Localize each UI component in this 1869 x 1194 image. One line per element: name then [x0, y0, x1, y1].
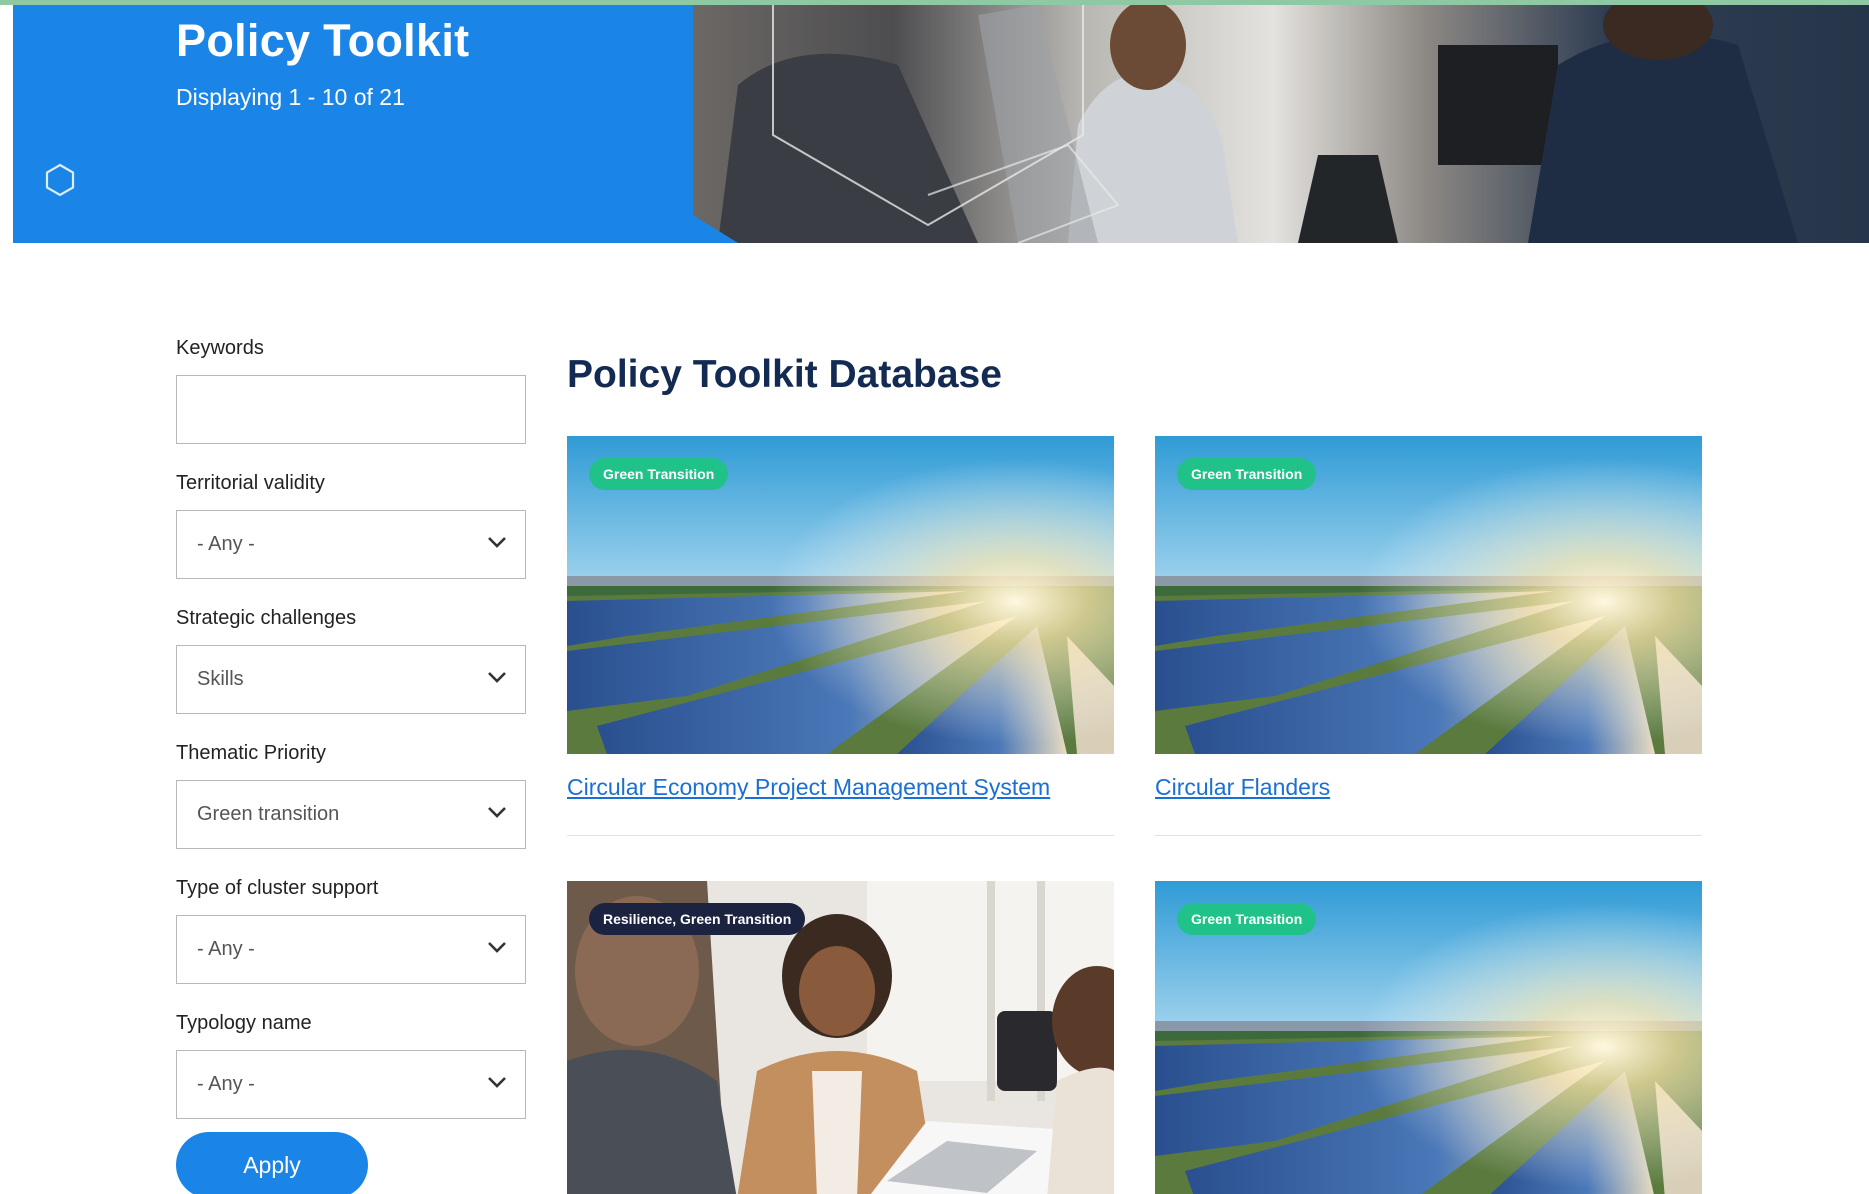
- thematic-priority-label: Thematic Priority: [176, 742, 327, 764]
- select-value: - Any -: [197, 938, 255, 960]
- cluster-support-group: Type of cluster support - Any -: [176, 875, 526, 984]
- card-divider: [567, 835, 1114, 836]
- chevron-down-icon: [488, 672, 506, 683]
- chevron-down-icon: [488, 1077, 506, 1088]
- hexagon-icon: [45, 163, 75, 197]
- apply-button[interactable]: Apply: [176, 1132, 368, 1194]
- territorial-validity-group: Territorial validity - Any -: [176, 470, 526, 579]
- keywords-input[interactable]: [176, 375, 526, 444]
- select-value: - Any -: [197, 1073, 255, 1095]
- chevron-down-icon: [488, 807, 506, 818]
- category-tag: Green Transition: [1177, 903, 1317, 935]
- thematic-priority-group: Thematic Priority Green transition: [176, 740, 526, 849]
- keywords-label: Keywords: [176, 337, 264, 359]
- strategic-challenges-group: Strategic challenges Skills: [176, 605, 526, 714]
- chevron-down-icon: [488, 942, 506, 953]
- solar-panels-image[interactable]: Green Transition: [1155, 436, 1702, 754]
- chevron-down-icon: [488, 537, 506, 548]
- select-value: Green transition: [197, 803, 340, 825]
- policy-card: Green Transition Circular Economy Projec…: [567, 436, 1114, 836]
- policy-card: Green Transition: [1155, 881, 1702, 1194]
- database-title: Policy Toolkit Database: [567, 353, 1002, 396]
- policy-card: Green Transition Circular Flanders: [1155, 436, 1702, 836]
- solar-panels-image[interactable]: Green Transition: [1155, 881, 1702, 1194]
- card-divider: [1155, 835, 1702, 836]
- filter-sidebar: Keywords Territorial validity - Any - St…: [176, 335, 526, 1119]
- solar-panels-image[interactable]: Green Transition: [567, 436, 1114, 754]
- hero-wedge-shape: [678, 5, 738, 243]
- category-tag: Green Transition: [589, 458, 729, 490]
- cluster-support-label: Type of cluster support: [176, 877, 379, 899]
- hero-meeting-photo: [678, 5, 1869, 243]
- territorial-validity-select[interactable]: - Any -: [176, 510, 526, 579]
- cluster-support-select[interactable]: - Any -: [176, 915, 526, 984]
- select-value: Skills: [197, 668, 244, 690]
- select-value: - Any -: [197, 533, 255, 555]
- typology-name-group: Typology name - Any -: [176, 1010, 526, 1119]
- territorial-validity-label: Territorial validity: [176, 472, 325, 494]
- business-meeting-image[interactable]: Resilience, Green Transition: [567, 881, 1114, 1194]
- page-title: Policy Toolkit: [176, 15, 470, 66]
- hero-banner: Policy Toolkit Displaying 1 - 10 of 21: [13, 5, 1869, 243]
- category-tag: Green Transition: [1177, 458, 1317, 490]
- typology-name-label: Typology name: [176, 1012, 312, 1034]
- results-count: Displaying 1 - 10 of 21: [176, 84, 405, 110]
- policy-card: Resilience, Green Transition: [567, 881, 1114, 1194]
- card-title-link[interactable]: Circular Economy Project Management Syst…: [567, 774, 1114, 801]
- typology-name-select[interactable]: - Any -: [176, 1050, 526, 1119]
- category-tag: Resilience, Green Transition: [589, 903, 806, 935]
- strategic-challenges-select[interactable]: Skills: [176, 645, 526, 714]
- card-title-link[interactable]: Circular Flanders: [1155, 774, 1702, 801]
- thematic-priority-select[interactable]: Green transition: [176, 780, 526, 849]
- strategic-challenges-label: Strategic challenges: [176, 607, 357, 629]
